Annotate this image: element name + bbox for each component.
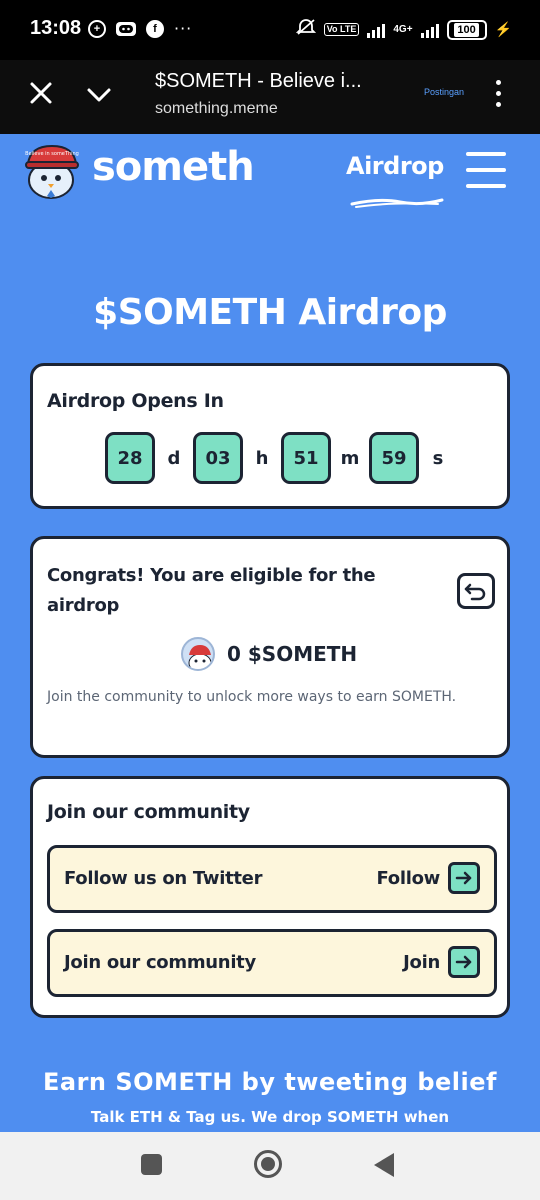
chevron-down-icon[interactable] bbox=[84, 80, 114, 110]
battery-level: 100 bbox=[454, 22, 479, 37]
token-amount: 0 $SOMETH bbox=[227, 642, 358, 666]
logo-icon[interactable]: Believe in someThing bbox=[22, 140, 80, 200]
undo-icon bbox=[464, 583, 486, 601]
status-bar: 13:08 + f ··· Vo LTE 4G+ 100 ⚡ bbox=[0, 0, 540, 60]
arrow-right-icon[interactable] bbox=[448, 862, 480, 894]
more-notifications-icon: ··· bbox=[174, 19, 193, 38]
recent-apps-icon[interactable] bbox=[141, 1154, 162, 1175]
refresh-button[interactable] bbox=[457, 573, 495, 609]
browser-extra-label[interactable]: Postingan bbox=[424, 87, 464, 97]
eligibility-note: Join the community to unlock more ways t… bbox=[47, 689, 457, 705]
countdown-hours: 03 bbox=[193, 432, 243, 484]
menu-icon[interactable] bbox=[466, 152, 506, 188]
discord-icon bbox=[116, 21, 136, 36]
browser-page-title: $SOMETH - Believe i... bbox=[155, 70, 362, 92]
countdown-seconds-unit: s bbox=[432, 447, 444, 469]
home-icon[interactable] bbox=[254, 1150, 282, 1178]
countdown-days: 28 bbox=[105, 432, 155, 484]
system-navigation-bar bbox=[0, 1132, 540, 1200]
charging-icon: ⚡ bbox=[494, 21, 512, 37]
community-card: Join our community Follow us on Twitter … bbox=[30, 776, 510, 1018]
mute-icon bbox=[295, 18, 316, 41]
back-icon[interactable] bbox=[374, 1153, 394, 1177]
join-button-label: Join bbox=[403, 951, 440, 973]
countdown-seconds: 59 bbox=[369, 432, 419, 484]
facebook-icon: f bbox=[146, 19, 164, 38]
join-community-label: Join our community bbox=[64, 952, 256, 973]
countdown-minutes: 51 bbox=[281, 432, 331, 484]
timer-heading: Airdrop Opens In bbox=[47, 390, 224, 412]
earn-section-subtitle: Talk ETH & Tag us. We drop SOMETH when bbox=[90, 1108, 450, 1126]
svg-text:Believe in someThing: Believe in someThing bbox=[25, 151, 79, 157]
brand-name[interactable]: someth bbox=[92, 144, 255, 190]
status-time: 13:08 bbox=[30, 17, 82, 39]
token-avatar bbox=[181, 637, 215, 671]
token-balance: 0 $SOMETH bbox=[181, 637, 357, 671]
add-notification-icon: + bbox=[88, 19, 106, 38]
follow-twitter-label: Follow us on Twitter bbox=[64, 868, 263, 889]
browser-url[interactable]: something.meme bbox=[155, 100, 278, 118]
eligibility-card: Congrats! You are eligible for the airdr… bbox=[30, 536, 510, 758]
airdrop-timer-card: Airdrop Opens In 28 d 03 h 51 m 59 s bbox=[30, 363, 510, 509]
follow-button-label: Follow bbox=[376, 867, 441, 889]
volte-badge: Vo LTE bbox=[323, 23, 360, 36]
earn-section-title: Earn SOMETH by tweeting belief bbox=[43, 1068, 497, 1096]
browser-toolbar: $SOMETH - Believe i... something.meme Po… bbox=[0, 60, 540, 134]
page-title: $SOMETH Airdrop bbox=[93, 292, 447, 333]
close-icon[interactable] bbox=[26, 78, 56, 108]
eligibility-message: Congrats! You are eligible for the airdr… bbox=[47, 565, 376, 616]
battery-icon: 100 bbox=[446, 19, 487, 40]
countdown-hours-unit: h bbox=[255, 447, 269, 469]
nav-active-underline bbox=[350, 198, 444, 208]
signal-icon bbox=[367, 22, 386, 38]
arrow-right-icon[interactable] bbox=[448, 946, 480, 978]
nav-link-airdrop[interactable]: Airdrop bbox=[346, 152, 444, 180]
more-options-icon[interactable] bbox=[494, 80, 502, 107]
network-type: 4G+ bbox=[393, 23, 413, 35]
countdown-days-unit: d bbox=[167, 447, 181, 469]
follow-twitter-row[interactable]: Follow us on Twitter Follow bbox=[47, 845, 497, 913]
join-community-row[interactable]: Join our community Join bbox=[47, 929, 497, 997]
countdown: 28 d 03 h 51 m 59 s bbox=[105, 432, 457, 484]
community-heading: Join our community bbox=[47, 801, 250, 823]
follow-button[interactable]: Follow bbox=[377, 862, 480, 894]
signal-icon-2 bbox=[420, 22, 439, 38]
join-button[interactable]: Join bbox=[403, 946, 480, 978]
countdown-minutes-unit: m bbox=[340, 447, 360, 469]
